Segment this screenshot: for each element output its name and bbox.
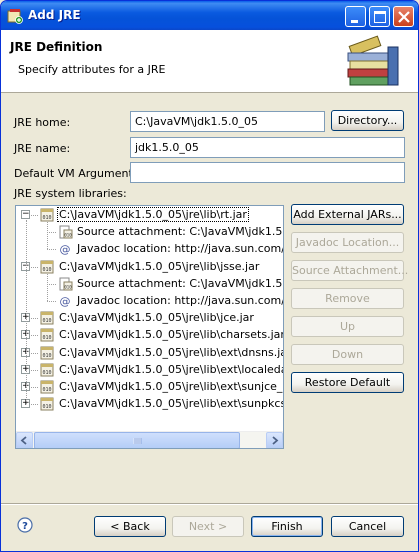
page-description: Specify attributes for a JRE	[18, 63, 166, 76]
tree-connector	[47, 301, 56, 302]
scroll-right-button[interactable]	[266, 432, 283, 448]
tree-item-label: C:\JavaVM\jdk1.5.0_05\jre\lib\ext\dnsns.…	[59, 345, 284, 359]
libraries-label: JRE system libraries:	[14, 187, 127, 200]
tree-connector	[31, 335, 38, 337]
jre-home-label: JRE home:	[14, 116, 71, 129]
tree-connector	[47, 232, 56, 234]
tree-connector	[31, 369, 38, 371]
tree-connector	[47, 249, 56, 251]
javadoc-at-icon: @	[57, 242, 73, 256]
tree-connector	[47, 283, 56, 285]
scroll-left-button[interactable]	[16, 432, 33, 448]
tree-item-label: Javadoc location: http://java.sun.com/j2…	[77, 242, 284, 256]
svg-text:010: 010	[42, 335, 51, 341]
javadoc-location-button[interactable]: Javadoc Location...	[291, 232, 404, 253]
svg-text:@: @	[60, 243, 71, 256]
close-icon	[398, 11, 410, 23]
tree-item-label: C:\JavaVM\jdk1.5.0_05\jre\lib\jsse.jar	[59, 259, 260, 273]
javadoc-at-icon: @	[57, 294, 73, 308]
tree-connector	[31, 352, 38, 354]
tree-item-label: C:\JavaVM\jdk1.5.0_05\jre\lib\ext\locale…	[59, 362, 284, 376]
jar-icon: 010	[39, 260, 55, 274]
jar-icon: 010	[39, 208, 55, 222]
source-attachment-icon: 010	[57, 225, 73, 239]
scroll-thumb[interactable]	[34, 432, 240, 448]
add-jre-dialog: Add JRE JRE Definition Specify attribute…	[0, 0, 419, 552]
svg-text:010: 010	[64, 233, 72, 238]
directory-button[interactable]: Directory...	[331, 110, 404, 131]
svg-text:?: ?	[22, 521, 28, 532]
collapse-icon[interactable]: −	[21, 210, 30, 219]
cancel-button[interactable]: Cancel	[331, 516, 404, 537]
page-title: JRE Definition	[10, 40, 103, 54]
tree-item-label: C:\JavaVM\jdk1.5.0_05\jre\lib\ext\sunpkc…	[59, 397, 284, 411]
jar-icon: 010	[39, 363, 55, 377]
tree-item-label: Source attachment: C:\JavaVM\jdk1.5.0_05…	[77, 276, 283, 290]
help-icon[interactable]: ?	[17, 517, 33, 533]
tree-connector	[31, 387, 38, 388]
jar-icon: 010	[39, 380, 55, 394]
books-icon	[347, 35, 399, 86]
title-bar[interactable]: Add JRE	[1, 1, 418, 30]
tree-item-label: Source attachment: C:\JavaVM\jdk1.5.0_05…	[77, 225, 283, 239]
chevron-right-icon	[272, 436, 279, 445]
jre-name-label: JRE name:	[14, 142, 71, 155]
svg-text:010: 010	[42, 404, 51, 410]
tree-item-label: Javadoc location: http://java.sun.com/j2…	[77, 294, 284, 307]
add-jre-icon	[7, 9, 23, 24]
svg-text:010: 010	[42, 267, 51, 273]
footer-separator	[1, 503, 418, 505]
svg-text:@: @	[60, 295, 71, 308]
maximize-button[interactable]	[369, 6, 390, 27]
svg-text:010: 010	[64, 284, 72, 289]
jre-name-field[interactable]: jdk1.5.0_05	[130, 137, 405, 158]
grip-icon	[133, 438, 142, 444]
down-button[interactable]: Down	[291, 344, 404, 365]
back-button[interactable]: < Back	[94, 516, 166, 537]
jar-icon: 010	[39, 311, 55, 325]
restore-default-button[interactable]: Restore Default	[291, 372, 404, 393]
add-external-jars-button[interactable]: Add External JARs...	[291, 204, 404, 225]
tree-connector	[31, 404, 38, 406]
chevron-left-icon	[20, 436, 27, 445]
tree-item-label: C:\JavaVM\jdk1.5.0_05\jre\lib\ext\sunjce…	[59, 380, 283, 393]
close-button[interactable]	[393, 6, 414, 27]
svg-text:010: 010	[42, 215, 51, 221]
maximize-icon	[374, 11, 386, 23]
minimize-button[interactable]	[345, 6, 366, 27]
svg-text:010: 010	[42, 318, 51, 324]
horizontal-scrollbar[interactable]	[16, 431, 283, 448]
tree-connector	[31, 266, 38, 268]
tree-item-label: C:\JavaVM\jdk1.5.0_05\jre\lib\jce.jar	[59, 311, 254, 325]
svg-text:010: 010	[42, 387, 51, 393]
vm-args-field[interactable]	[130, 162, 405, 183]
tree-connector	[47, 222, 48, 250]
tree-connector	[47, 273, 48, 301]
minimize-icon	[351, 20, 358, 23]
finish-button[interactable]: Finish	[251, 516, 323, 537]
up-button[interactable]: Up	[291, 316, 404, 337]
tree-item-label: C:\JavaVM\jdk1.5.0_05\jre\lib\rt.jar	[57, 207, 249, 222]
jar-icon: 010	[39, 328, 55, 342]
tree-connector	[31, 318, 38, 320]
tree-connector	[31, 215, 38, 216]
remove-button[interactable]: Remove	[291, 288, 404, 309]
tree-connector	[26, 220, 27, 405]
source-attachment-icon: 010	[57, 277, 73, 291]
jre-libraries-tree[interactable]: − 010 C:\JavaVM\jdk1.5.0_05\jre\lib\rt.jar…	[15, 205, 284, 449]
jar-icon: 010	[39, 346, 55, 360]
source-attachment-button[interactable]: Source Attachment...	[291, 260, 408, 281]
wizard-header: JRE Definition Specify attributes for a …	[1, 30, 418, 93]
window-title: Add JRE	[28, 8, 81, 22]
jar-icon: 010	[39, 397, 55, 411]
svg-text:010: 010	[42, 370, 51, 376]
next-button[interactable]: Next >	[172, 516, 244, 537]
svg-text:010: 010	[42, 353, 51, 359]
tree-item-label: C:\JavaVM\jdk1.5.0_05\jre\lib\charsets.j…	[59, 328, 284, 342]
vm-args-label: Default VM Arguments:	[14, 167, 143, 180]
jre-home-field[interactable]: C:\JavaVM\jdk1.5.0_05	[130, 111, 325, 132]
